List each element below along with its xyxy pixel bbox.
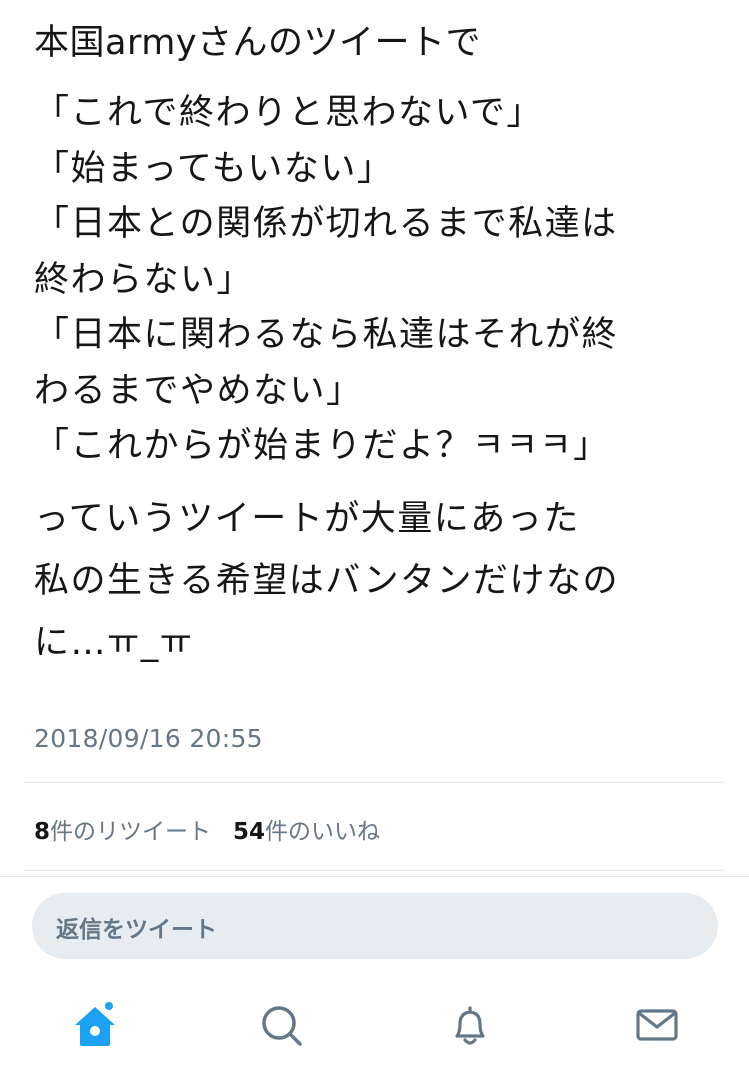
quote-line: 終わらない」 [34, 259, 254, 300]
home-icon [75, 1000, 115, 1046]
tab-bar [0, 990, 749, 1060]
tweet-timestamp[interactable]: 2018/09/16 20:55 [34, 724, 263, 753]
outro-line: に…ㅠ_ㅠ [34, 622, 194, 663]
engagement-stats: 8件のリツイート 54件のいいね [34, 812, 380, 846]
tweet-text: 本国armyさんのツイートで 「これで終わりと思わないで」 「始まってもいない」… [34, 18, 724, 674]
reply-placeholder: 返信をツイート [56, 917, 217, 943]
quote-line: わるまでやめない」 [34, 370, 363, 411]
tab-search[interactable] [254, 998, 308, 1052]
tab-home[interactable] [68, 998, 122, 1052]
quote-line: 「これで終わりと思わないで」 [34, 93, 543, 133]
search-icon [262, 1006, 302, 1046]
outro-line: 私の生きる希望はバンタンだけなの [34, 560, 620, 601]
tweet-intro: 本国armyさんのツイートで [34, 23, 482, 63]
tweet-detail-screen: 本国armyさんのツイートで 「これで終わりと思わないで」 「始まってもいない」… [0, 0, 749, 1072]
quote-line: 「日本に関わるなら私達はそれが終 [34, 315, 619, 355]
tab-messages[interactable] [630, 998, 684, 1052]
notification-dot [103, 1000, 115, 1012]
bell-icon [455, 1006, 485, 1045]
divider [24, 870, 725, 871]
tab-notifications[interactable] [443, 998, 497, 1052]
quote-block: 「これで終わりと思わないで」 「始まってもいない」 「日本との関係が切れるまで私… [34, 86, 724, 475]
quote-line: 「日本との関係が切れるまで私達は [34, 204, 618, 244]
likes-link[interactable]: 54件のいいね [233, 819, 380, 845]
like-label: 件のいいね [265, 819, 381, 845]
outro-block: っていうツイートが大量にあった 私の生きる希望はバンタンだけなの に…ㅠ_ㅠ [34, 488, 724, 674]
quote-line: 「始まってもいない」 [34, 148, 394, 189]
retweet-label: 件のリツイート [50, 819, 212, 845]
quote-line: 「これからが始まりだよ？ㅋㅋㅋ」 [34, 426, 610, 466]
divider [0, 876, 749, 877]
envelope-icon [636, 1009, 678, 1041]
outro-line: っていうツイートが大量にあった [34, 498, 580, 539]
retweet-count: 8 [34, 819, 51, 845]
divider [24, 782, 725, 783]
retweets-link[interactable]: 8件のリツイート [34, 819, 211, 845]
like-count: 54 [233, 819, 266, 845]
reply-input[interactable]: 返信をツイート [32, 893, 718, 959]
